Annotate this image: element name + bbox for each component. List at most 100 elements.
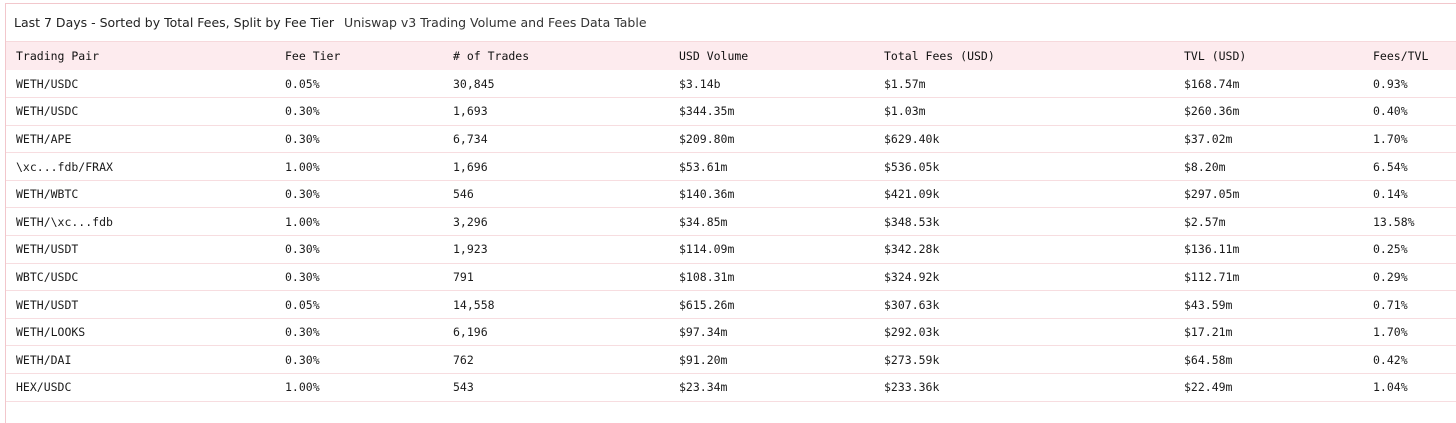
cell-trading-pair: WBTC/USDC bbox=[16, 269, 79, 284]
table-row: \xc...fdb/FRAX 1.00% 1,696 $53.61m $536.05k $… bbox=[6, 153, 1456, 181]
column-header-row: Trading Pair Fee Tier # of Trades USD Volum… bbox=[6, 42, 1456, 70]
table-header: Last 7 Days - Sorted by Total Fees, Spli… bbox=[6, 4, 1456, 42]
cell-total-fees: $342.28k bbox=[884, 242, 940, 257]
cell-usd-volume: $108.31m bbox=[679, 269, 735, 284]
column-header-fees-tvl[interactable]: Fees/TVL bbox=[1363, 42, 1456, 70]
cell-fees-tvl: 0.42% bbox=[1373, 352, 1408, 367]
cell-trading-pair: WETH/USDC bbox=[16, 104, 79, 119]
cell-total-fees: $273.59k bbox=[884, 352, 940, 367]
cell-num-trades: 6,734 bbox=[453, 131, 488, 146]
cell-fee-tier: 0.30% bbox=[285, 325, 320, 340]
cell-num-trades: 30,845 bbox=[453, 76, 495, 91]
cell-usd-volume: $53.61m bbox=[679, 159, 728, 174]
cell-fee-tier: 1.00% bbox=[285, 159, 320, 174]
cell-fees-tvl: 0.25% bbox=[1373, 242, 1408, 257]
column-header-trading-pair[interactable]: Trading Pair bbox=[6, 42, 275, 70]
table-row: HEX/USDC 1.00% 543 $23.34m $233.36k $22.49m 1.… bbox=[6, 374, 1456, 402]
cell-num-trades: 6,196 bbox=[453, 325, 488, 340]
cell-fee-tier: 0.30% bbox=[285, 131, 320, 146]
cell-fee-tier: 1.00% bbox=[285, 380, 320, 395]
cell-trading-pair: \xc...fdb/FRAX bbox=[16, 159, 113, 174]
cell-tvl: $112.71m bbox=[1184, 269, 1240, 284]
cell-fees-tvl: 0.29% bbox=[1373, 269, 1408, 284]
table-row: WBTC/USDC 0.30% 791 $108.31m $324.92k $112.71… bbox=[6, 263, 1456, 291]
cell-trading-pair: WETH/WBTC bbox=[16, 187, 79, 202]
cell-total-fees: $324.92k bbox=[884, 269, 940, 284]
cell-total-fees: $233.36k bbox=[884, 380, 940, 395]
cell-tvl: $2.57m bbox=[1184, 214, 1226, 229]
cell-tvl: $43.59m bbox=[1184, 297, 1233, 312]
column-header-tvl[interactable]: TVL (USD) bbox=[1174, 42, 1363, 70]
cell-usd-volume: $615.26m bbox=[679, 297, 735, 312]
cell-num-trades: 3,296 bbox=[453, 214, 488, 229]
cell-fee-tier: 0.30% bbox=[285, 187, 320, 202]
cell-trading-pair: WETH/APE bbox=[16, 131, 72, 146]
cell-total-fees: $536.05k bbox=[884, 159, 940, 174]
table-subtitle: Uniswap v3 Trading Volume and Fees Data … bbox=[344, 15, 647, 30]
cell-usd-volume: $3.14b bbox=[679, 76, 721, 91]
cell-fees-tvl: 1.04% bbox=[1373, 380, 1408, 395]
table-title: Last 7 Days - Sorted by Total Fees, Spli… bbox=[14, 15, 335, 30]
table-row: WETH/DAI 0.30% 762 $91.20m $273.59k $64.58m 0.… bbox=[6, 346, 1456, 374]
column-header-usd-volume[interactable]: USD Volume bbox=[669, 42, 874, 70]
cell-fee-tier: 0.05% bbox=[285, 76, 320, 91]
cell-total-fees: $292.03k bbox=[884, 325, 940, 340]
cell-num-trades: 14,558 bbox=[453, 297, 495, 312]
cell-total-fees: $1.03m bbox=[884, 104, 926, 119]
table-row: WETH/USDT 0.05% 14,558 $615.26m $307.63k $43.… bbox=[6, 291, 1456, 319]
cell-usd-volume: $97.34m bbox=[679, 325, 728, 340]
cell-tvl: $64.58m bbox=[1184, 352, 1233, 367]
cell-fee-tier: 0.30% bbox=[285, 104, 320, 119]
cell-num-trades: 1,693 bbox=[453, 104, 488, 119]
table-row: WETH/APE 0.30% 6,734 $209.80m $629.40k $37.02… bbox=[6, 125, 1456, 153]
cell-fees-tvl: 0.40% bbox=[1373, 104, 1408, 119]
fees-data-table: Trading Pair Fee Tier # of Trades USD Volum… bbox=[6, 42, 1456, 402]
cell-fees-tvl: 0.71% bbox=[1373, 297, 1408, 312]
cell-usd-volume: $140.36m bbox=[679, 187, 735, 202]
cell-usd-volume: $114.09m bbox=[679, 242, 735, 257]
cell-fees-tvl: 0.14% bbox=[1373, 187, 1408, 202]
cell-fee-tier: 0.30% bbox=[285, 242, 320, 257]
cell-fees-tvl: 1.70% bbox=[1373, 131, 1408, 146]
cell-trading-pair: HEX/USDC bbox=[16, 380, 72, 395]
cell-trading-pair: WETH/\xc...fdb bbox=[16, 214, 113, 229]
cell-num-trades: 762 bbox=[453, 352, 474, 367]
data-table-panel: Last 7 Days - Sorted by Total Fees, Spli… bbox=[5, 3, 1456, 423]
table-row: WETH/WBTC 0.30% 546 $140.36m $421.09k $297.05… bbox=[6, 180, 1456, 208]
cell-num-trades: 546 bbox=[453, 187, 474, 202]
cell-usd-volume: $23.34m bbox=[679, 380, 728, 395]
table-row: WETH/USDC 0.30% 1,693 $344.35m $1.03m $260.36… bbox=[6, 98, 1456, 126]
column-header-total-fees[interactable]: Total Fees (USD) bbox=[874, 42, 1174, 70]
cell-total-fees: $348.53k bbox=[884, 214, 940, 229]
table-row: WETH/\xc...fdb 1.00% 3,296 $34.85m $348.53k $… bbox=[6, 208, 1456, 236]
cell-total-fees: $629.40k bbox=[884, 131, 940, 146]
cell-tvl: $8.20m bbox=[1184, 159, 1226, 174]
cell-num-trades: 543 bbox=[453, 380, 474, 395]
cell-trading-pair: WETH/USDT bbox=[16, 242, 79, 257]
table-body: WETH/USDC 0.05% 30,845 $3.14b $1.57m $168.74m… bbox=[6, 70, 1456, 402]
cell-usd-volume: $209.80m bbox=[679, 131, 735, 146]
cell-fees-tvl: 6.54% bbox=[1373, 159, 1408, 174]
cell-fee-tier: 0.30% bbox=[285, 269, 320, 284]
cell-fees-tvl: 1.70% bbox=[1373, 325, 1408, 340]
cell-usd-volume: $34.85m bbox=[679, 214, 728, 229]
cell-trading-pair: WETH/USDC bbox=[16, 76, 79, 91]
cell-tvl: $136.11m bbox=[1184, 242, 1240, 257]
cell-fee-tier: 0.05% bbox=[285, 297, 320, 312]
table-row: WETH/LOOKS 0.30% 6,196 $97.34m $292.03k $17.2… bbox=[6, 318, 1456, 346]
cell-fee-tier: 0.30% bbox=[285, 352, 320, 367]
column-header-num-trades[interactable]: # of Trades bbox=[443, 42, 669, 70]
cell-total-fees: $307.63k bbox=[884, 297, 940, 312]
column-header-fee-tier[interactable]: Fee Tier bbox=[275, 42, 443, 70]
cell-tvl: $37.02m bbox=[1184, 131, 1233, 146]
cell-tvl: $260.36m bbox=[1184, 104, 1240, 119]
cell-total-fees: $1.57m bbox=[884, 76, 926, 91]
cell-tvl: $297.05m bbox=[1184, 187, 1240, 202]
cell-num-trades: 791 bbox=[453, 269, 474, 284]
cell-trading-pair: WETH/LOOKS bbox=[16, 325, 86, 340]
cell-trading-pair: WETH/DAI bbox=[16, 352, 72, 367]
cell-fees-tvl: 0.93% bbox=[1373, 76, 1408, 91]
table-row: WETH/USDT 0.30% 1,923 $114.09m $342.28k $136.… bbox=[6, 236, 1456, 264]
cell-trading-pair: WETH/USDT bbox=[16, 297, 79, 312]
cell-fee-tier: 1.00% bbox=[285, 214, 320, 229]
